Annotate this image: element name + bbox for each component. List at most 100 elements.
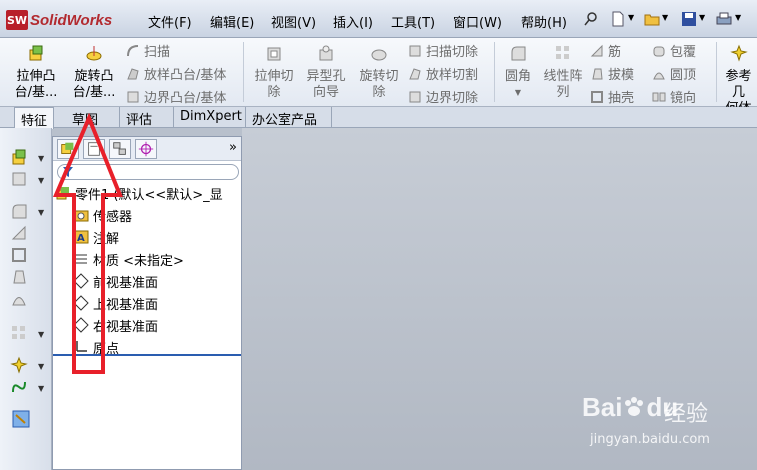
extrude-cut-button[interactable]: 拉伸切 除	[248, 44, 300, 101]
tree-item-right-plane[interactable]: 右视基准面	[73, 314, 158, 336]
tab-dimxpert[interactable]: DimXpert	[174, 107, 246, 128]
sweep-button[interactable]: 扫描	[126, 41, 170, 60]
configuration-manager-tab-icon[interactable]	[109, 139, 131, 159]
watermark-url: jingyan.baidu.com	[590, 432, 710, 447]
tree-item-label: 材质 <未指定>	[93, 253, 184, 269]
menu-edit[interactable]: 编辑(E)	[210, 12, 254, 31]
expand-panel-icon[interactable]: »	[229, 140, 237, 155]
menu-tools[interactable]: 工具(T)	[391, 12, 435, 31]
paw-icon	[625, 397, 644, 416]
menu-file[interactable]: 文件(F)	[148, 12, 192, 31]
plane-icon	[73, 295, 89, 311]
tree-item-annotations[interactable]: A 注解	[73, 226, 119, 248]
tree-filter-input[interactable]	[57, 164, 239, 180]
linear-pattern-icon[interactable]	[10, 324, 28, 342]
dome-icon[interactable]	[10, 290, 28, 308]
chevron-down-icon[interactable]: ▼	[699, 13, 705, 22]
ref-geometry-icon	[729, 44, 748, 62]
linear-pattern-label: 线性阵 列	[543, 69, 583, 100]
chevron-down-icon[interactable]: ▼	[38, 176, 44, 185]
boundary-cut-label: 边界切除	[426, 91, 479, 106]
new-file-icon[interactable]	[609, 10, 627, 28]
dimxpert-manager-tab-icon[interactable]	[135, 139, 157, 159]
loft-boss-button[interactable]: 放样凸台/基体	[126, 64, 226, 83]
revolve-boss-icon	[86, 46, 102, 61]
pin-icon[interactable]	[582, 10, 600, 28]
tab-sketch[interactable]: 草图	[66, 107, 120, 128]
chevron-down-icon[interactable]: ▼	[38, 384, 44, 393]
extrude-cut-icon[interactable]	[10, 170, 28, 188]
chevron-down-icon[interactable]: ▼	[38, 330, 44, 339]
instant3d-icon[interactable]	[12, 410, 30, 428]
chevron-down-icon[interactable]: ▼	[38, 208, 44, 217]
shell-button[interactable]: 抽壳	[590, 87, 634, 106]
menu-help[interactable]: 帮助(H)	[521, 12, 567, 31]
tree-item-sensors[interactable]: 传感器	[73, 204, 132, 226]
swept-cut-button[interactable]: 扫描切除	[408, 41, 478, 60]
fillet-icon	[511, 46, 526, 61]
draft-icon	[592, 68, 603, 79]
wrap-button[interactable]: 包覆	[652, 41, 696, 60]
extrude-boss-icon[interactable]	[10, 148, 28, 166]
revolve-cut-icon	[371, 49, 387, 61]
loft-boss-label: 放样凸台/基体	[144, 68, 227, 83]
menu-view[interactable]: 视图(V)	[271, 12, 316, 31]
save-icon[interactable]	[680, 10, 698, 28]
extrude-boss-button[interactable]: 拉伸凸 台/基...	[10, 44, 62, 101]
extrude-cut-label: 拉伸切 除	[254, 69, 294, 100]
dome-icon	[653, 72, 665, 79]
tree-item-front-plane[interactable]: 前视基准面	[73, 270, 158, 292]
boundary-boss-button[interactable]: 边界凸台/基体	[126, 87, 226, 106]
boundary-cut-button[interactable]: 边界切除	[408, 87, 478, 106]
dome-button[interactable]: 圆顶	[652, 64, 696, 83]
mirror-label: 镜向	[670, 91, 697, 106]
chevron-down-icon[interactable]: ▼	[38, 362, 44, 371]
hole-wizard-icon	[319, 45, 333, 61]
linear-pattern-icon	[556, 46, 569, 59]
draft-icon[interactable]	[10, 268, 28, 286]
lofted-cut-label: 放样切割	[426, 68, 479, 83]
feature-tree-tab-icon[interactable]	[57, 139, 79, 159]
linear-pattern-button[interactable]: 线性阵 列	[540, 44, 586, 101]
ref-geometry-icon[interactable]	[10, 356, 28, 374]
revolve-boss-button[interactable]: 旋转凸 台/基...	[68, 44, 120, 101]
fillet-button[interactable]: 圆角 ▼	[500, 44, 536, 101]
rollback-bar[interactable]	[53, 354, 241, 356]
loft-boss-icon	[127, 67, 139, 79]
chevron-down-icon[interactable]: ▼	[735, 13, 741, 22]
rib-button[interactable]: 筋	[590, 41, 621, 60]
command-tabs: 特征 草图 评估 DimXpert 办公室产品	[0, 107, 757, 129]
draft-button[interactable]: 拔模	[590, 64, 634, 83]
tree-item-label: 上视基准面	[93, 297, 159, 313]
mirror-button[interactable]: 镜向	[652, 87, 696, 106]
feature-manager-panel: » 零件1 (默认<<默认>_显 传感器 A 注解 材质 <未指定> 前视基准面…	[52, 136, 242, 470]
tree-item-top-plane[interactable]: 上视基准面	[73, 292, 158, 314]
shell-label: 抽壳	[608, 91, 635, 106]
curves-icon[interactable]	[10, 378, 28, 396]
open-folder-icon[interactable]	[643, 10, 661, 28]
rib-icon[interactable]	[10, 224, 28, 242]
rib-icon	[590, 44, 603, 56]
chevron-down-icon[interactable]: ▼	[38, 154, 44, 163]
print-icon[interactable]	[715, 10, 733, 28]
chevron-down-icon[interactable]: ▼	[500, 85, 536, 101]
tab-office-products[interactable]: 办公室产品	[246, 107, 332, 128]
revolve-cut-button[interactable]: 旋转切 除	[354, 44, 404, 101]
annotation-icon: A	[73, 230, 89, 244]
tree-item-material[interactable]: 材质 <未指定>	[73, 248, 184, 270]
tree-item-part[interactable]: 零件1 (默认<<默认>_显	[55, 182, 223, 204]
lofted-cut-button[interactable]: 放样切割	[408, 64, 478, 83]
fillet-icon[interactable]	[10, 202, 28, 220]
svg-text:A: A	[77, 233, 85, 244]
hole-wizard-button[interactable]: 异型孔 向导	[302, 44, 350, 101]
filter-icon	[63, 167, 73, 177]
menu-insert[interactable]: 插入(I)	[333, 12, 373, 31]
tab-features[interactable]: 特征	[14, 107, 55, 129]
chevron-down-icon[interactable]: ▼	[628, 13, 634, 22]
shell-icon[interactable]	[10, 246, 28, 264]
chevron-down-icon[interactable]: ▼	[662, 13, 668, 22]
draft-label: 拔模	[608, 68, 635, 83]
tab-evaluate[interactable]: 评估	[120, 107, 174, 128]
menu-window[interactable]: 窗口(W)	[453, 12, 502, 31]
property-manager-tab-icon[interactable]	[83, 139, 105, 159]
